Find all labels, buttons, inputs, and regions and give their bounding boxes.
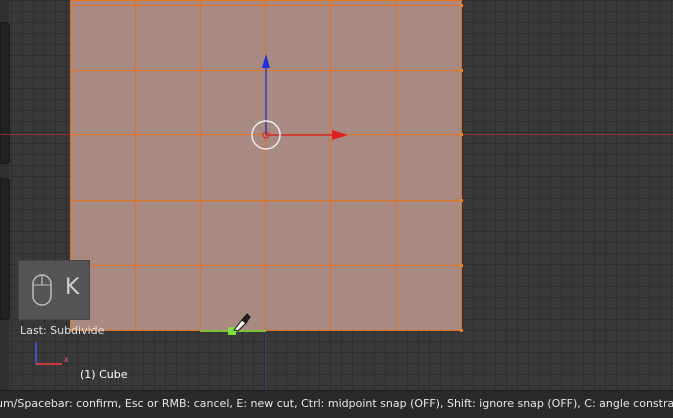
toolshelf-tab[interactable] [0,178,10,320]
mesh-vertex[interactable] [460,133,463,136]
z-axis-line [265,330,266,390]
x-arrow-head[interactable] [332,130,348,140]
mesh-edge [396,0,397,331]
last-operator-label[interactable]: Last: Subdivide [20,324,104,337]
mesh-vertex[interactable] [460,264,463,267]
mesh-vertex[interactable] [460,69,463,72]
mesh-edge [70,200,462,201]
mesh-edge [70,265,462,266]
3d-viewport[interactable]: K Last: Subdivide x (1) Cube [0,0,673,390]
mouse-icon [32,274,52,306]
active-object-label: (1) Cube [80,368,128,381]
toolshelf-edge [0,0,10,390]
status-bar: um/Spacebar: confirm, Esc or RMB: cancel… [0,390,673,418]
key-input-overlay: K [18,260,90,320]
view-axes-icon: x [35,342,69,365]
mesh-vertex[interactable] [460,4,463,7]
key-label: K [65,275,80,300]
knife-cursor-icon [233,313,251,332]
toolshelf-tab[interactable] [0,22,10,164]
x-axis-label: x [64,355,69,364]
mesh-edge [135,0,136,331]
mesh-vertex[interactable] [460,329,463,332]
status-hint-text: um/Spacebar: confirm, Esc or RMB: cancel… [0,397,673,410]
mesh-vertex[interactable] [460,199,463,202]
transform-gizmo[interactable] [240,50,360,160]
z-arrow-head[interactable] [262,54,270,68]
mesh-edge [70,5,462,6]
mesh-edge [200,0,201,331]
